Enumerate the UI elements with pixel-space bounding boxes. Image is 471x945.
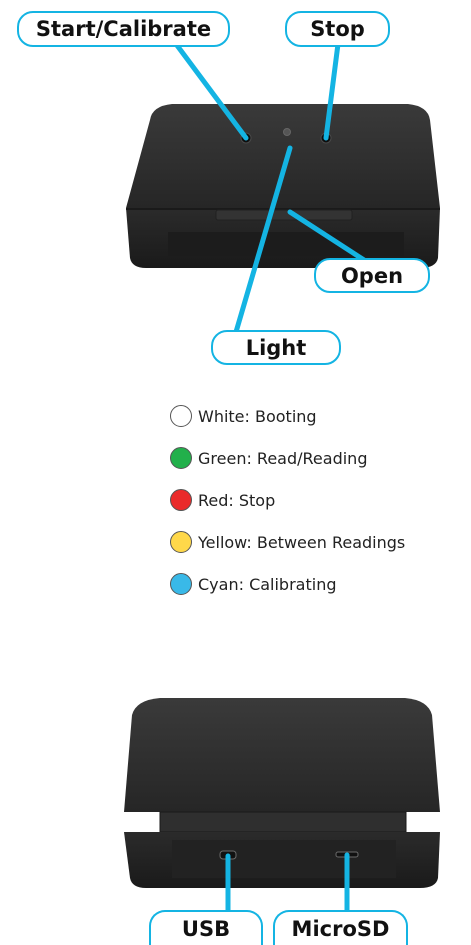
open-label: Open bbox=[314, 258, 430, 293]
legend-label: White: Booting bbox=[198, 406, 317, 426]
legend-item-green: Green: Read/Reading bbox=[170, 438, 405, 478]
start-calibrate-label: Start/Calibrate bbox=[17, 11, 230, 47]
rear-lid bbox=[124, 698, 440, 812]
light-label: Light bbox=[211, 330, 341, 365]
usb-label: USB bbox=[149, 910, 263, 945]
legend-label: Green: Read/Reading bbox=[198, 448, 368, 468]
cyan-dot-icon bbox=[170, 573, 192, 595]
rear-hinge bbox=[159, 811, 407, 833]
diagram-canvas: Start/Calibrate Stop Open Light USB Micr… bbox=[0, 0, 471, 945]
microsd-label: MicroSD bbox=[273, 910, 408, 945]
device-lid bbox=[126, 104, 440, 208]
white-dot-icon bbox=[170, 405, 192, 427]
stop-label: Stop bbox=[285, 11, 390, 47]
device-rear-view bbox=[124, 698, 440, 888]
front-slot bbox=[168, 232, 404, 256]
legend-label: Yellow: Between Readings bbox=[198, 532, 406, 552]
legend-item-white: White: Booting bbox=[170, 396, 405, 436]
legend-item-cyan: Cyan: Calibrating bbox=[170, 564, 405, 604]
legend-label: Red: Stop bbox=[198, 490, 276, 510]
legend-label: Cyan: Calibrating bbox=[198, 574, 337, 594]
red-dot-icon bbox=[170, 489, 192, 511]
green-dot-icon bbox=[170, 447, 192, 469]
legend-item-yellow: Yellow: Between Readings bbox=[170, 522, 405, 562]
light-status-legend: White: Booting Green: Read/Reading Red: … bbox=[170, 396, 405, 606]
device-front-view bbox=[126, 104, 440, 268]
yellow-dot-icon bbox=[170, 531, 192, 553]
open-tab[interactable] bbox=[215, 209, 353, 221]
status-light bbox=[283, 128, 291, 136]
rear-panel bbox=[172, 840, 396, 878]
legend-item-red: Red: Stop bbox=[170, 480, 405, 520]
